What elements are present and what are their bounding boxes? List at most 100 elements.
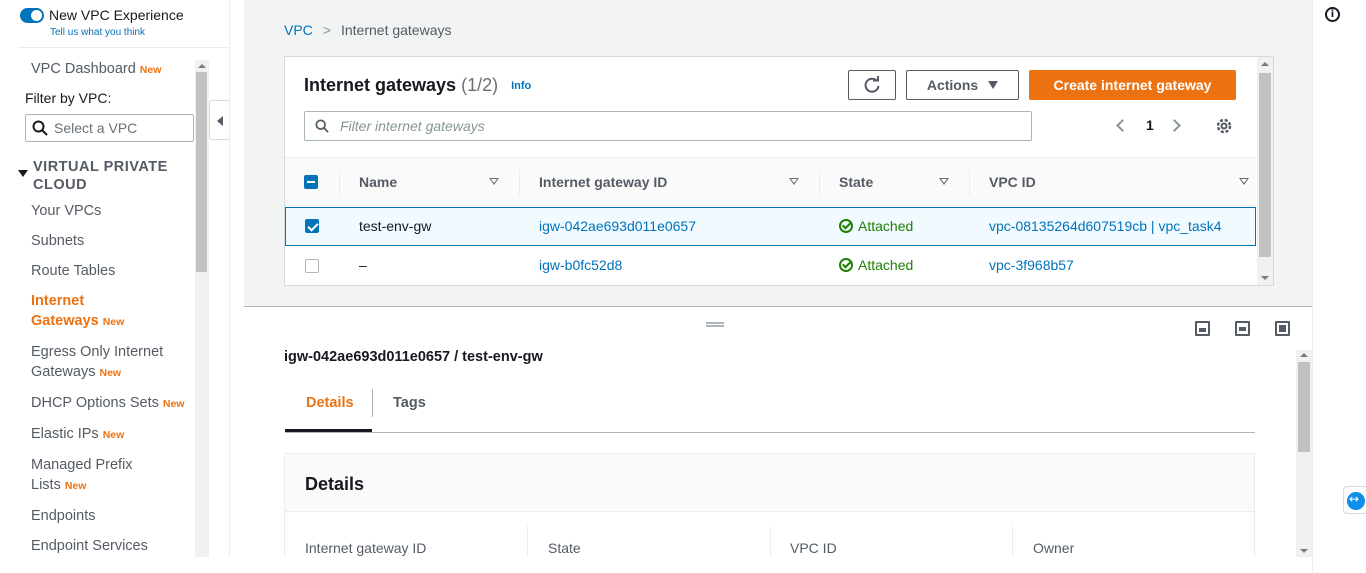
sidebar-item-managed-prefix-lists[interactable]: Managed Prefix Lists New bbox=[31, 455, 156, 496]
sidebar-item-your-vpcs[interactable]: Your VPCs bbox=[31, 201, 101, 221]
check-circle-icon bbox=[839, 219, 853, 233]
breadcrumb-current: Internet gateways bbox=[340, 22, 452, 38]
section-virtual-private-cloud[interactable]: VIRTUAL PRIVATE CLOUD bbox=[33, 158, 193, 194]
details-container-header: Details bbox=[285, 454, 1254, 512]
collapse-sidebar-button[interactable] bbox=[209, 100, 229, 140]
sort-icon[interactable] bbox=[789, 178, 799, 185]
sort-icon[interactable] bbox=[489, 178, 499, 185]
breadcrumb: VPC > Internet gateways bbox=[284, 22, 452, 38]
tab-details[interactable]: Details bbox=[306, 395, 354, 411]
sidebar-item-label: VPC Dashboard bbox=[31, 61, 136, 77]
next-page-icon[interactable] bbox=[1168, 119, 1181, 132]
scroll-down-icon[interactable] bbox=[1300, 549, 1308, 553]
column-header-gateway-id[interactable]: Internet gateway ID bbox=[539, 174, 667, 190]
create-internet-gateway-button[interactable]: Create internet gateway bbox=[1029, 70, 1236, 100]
refresh-button[interactable] bbox=[848, 70, 896, 100]
sidebar-item-endpoint-services[interactable]: Endpoint Services bbox=[31, 536, 148, 556]
table-header: Name Internet gateway ID State VPC ID bbox=[285, 157, 1256, 206]
tabs-underline bbox=[285, 432, 1255, 433]
actions-button[interactable]: Actions bbox=[906, 70, 1019, 100]
caret-down-icon[interactable] bbox=[18, 170, 28, 177]
column-divider bbox=[819, 170, 820, 195]
row-gateway-id-link[interactable]: igw-b0fc52d8 bbox=[539, 257, 622, 273]
column-divider bbox=[519, 170, 520, 195]
sidebar-divider bbox=[18, 47, 229, 48]
search-icon bbox=[32, 120, 48, 136]
new-experience-toggle[interactable] bbox=[20, 8, 44, 23]
row-vpc-id-link[interactable]: vpc-3f968b57 bbox=[989, 257, 1074, 273]
details-container: Details Internet gateway ID State VPC ID… bbox=[284, 453, 1255, 566]
field-label-vpc-id: VPC ID bbox=[790, 540, 837, 556]
feedback-link[interactable]: Tell us what you think bbox=[50, 27, 145, 38]
select-all-checkbox[interactable] bbox=[304, 175, 318, 189]
field-label-owner: Owner bbox=[1033, 540, 1075, 556]
previous-page-icon[interactable] bbox=[1116, 119, 1129, 132]
chevron-right-icon: > bbox=[322, 22, 331, 38]
dock-bottom-icon[interactable] bbox=[1195, 321, 1210, 336]
column-header-vpc-id[interactable]: VPC ID bbox=[989, 174, 1036, 190]
sidebar-item-elastic-ips[interactable]: Elastic IPs New bbox=[31, 424, 124, 445]
sort-icon[interactable] bbox=[939, 178, 949, 185]
details-scrollbar[interactable] bbox=[1296, 350, 1312, 557]
main-content: VPC > Internet gateways Internet gateways … bbox=[244, 0, 1312, 566]
breadcrumb-vpc-link[interactable]: VPC bbox=[284, 22, 313, 38]
table-row[interactable]: – igw-b0fc52d8 Attached vpc-3f968b57 bbox=[285, 247, 1256, 286]
row-checkbox[interactable] bbox=[305, 259, 319, 273]
settings-gear-icon[interactable] bbox=[1215, 117, 1233, 135]
filter-internet-gateways-input[interactable]: Filter internet gateways bbox=[304, 111, 1032, 141]
filter-placeholder: Filter internet gateways bbox=[340, 118, 485, 134]
details-pane: igw-042ae693d011e0657 / test-env-gw Deta… bbox=[244, 307, 1312, 566]
table-scrollbar[interactable] bbox=[1257, 57, 1273, 285]
search-icon bbox=[315, 119, 329, 133]
sidebar-item-route-tables[interactable]: Route Tables bbox=[31, 261, 115, 281]
row-checkbox[interactable] bbox=[305, 219, 319, 233]
info-icon[interactable]: i bbox=[1325, 7, 1340, 22]
scroll-up-icon[interactable] bbox=[198, 64, 206, 68]
scroll-up-icon[interactable] bbox=[1261, 62, 1269, 66]
sidebar-item-label: Elastic IPs bbox=[31, 426, 99, 442]
details-container-title: Details bbox=[305, 474, 365, 494]
sidebar-item-label: Subnets bbox=[31, 233, 85, 249]
selection-count: (1/2) bbox=[461, 75, 499, 95]
help-panel-strip: i bbox=[1312, 0, 1366, 573]
row-state-text: Attached bbox=[858, 218, 914, 234]
sidebar-item-vpc-dashboard[interactable]: VPC Dashboard New bbox=[31, 59, 161, 80]
dock-full-icon[interactable] bbox=[1275, 321, 1290, 336]
scroll-down-icon[interactable] bbox=[1261, 276, 1269, 280]
tab-tags[interactable]: Tags bbox=[393, 395, 426, 411]
new-badge: New bbox=[139, 64, 162, 76]
sidebar-item-internet-gateways[interactable]: Internet Gateways New bbox=[31, 291, 171, 332]
row-state: Attached bbox=[839, 218, 913, 234]
scroll-up-icon[interactable] bbox=[1300, 353, 1308, 357]
sidebar-item-dhcp-options-sets[interactable]: DHCP Options Sets New bbox=[31, 393, 184, 414]
new-experience-title: New VPC Experience bbox=[49, 7, 184, 23]
vpc-select[interactable]: Select a VPC bbox=[25, 114, 194, 142]
column-header-state[interactable]: State bbox=[839, 174, 873, 190]
row-gateway-id-link[interactable]: igw-042ae693d011e0657 bbox=[539, 218, 696, 234]
dock-side-icon[interactable] bbox=[1235, 321, 1250, 336]
sidebar-item-endpoints[interactable]: Endpoints bbox=[31, 506, 96, 526]
teamviewer-widget[interactable] bbox=[1343, 486, 1366, 514]
sidebar-item-subnets[interactable]: Subnets bbox=[31, 231, 84, 251]
resize-handle[interactable] bbox=[706, 322, 724, 327]
sidebar-scrollbar[interactable] bbox=[195, 60, 209, 557]
page-number[interactable]: 1 bbox=[1146, 117, 1154, 133]
table-row[interactable]: test-env-gw igw-042ae693d011e0657 Attach… bbox=[285, 207, 1256, 246]
new-badge: New bbox=[99, 367, 122, 379]
sidebar-item-egress-only-internet-gateways[interactable]: Egress Only Internet Gateways New bbox=[31, 342, 191, 383]
check-circle-icon bbox=[839, 258, 853, 272]
scroll-thumb[interactable] bbox=[1298, 362, 1310, 452]
info-link[interactable]: Info bbox=[511, 80, 531, 92]
tab-divider bbox=[372, 389, 373, 417]
row-vpc-id-link[interactable]: vpc-08135264d607519cb | vpc_task4 bbox=[989, 218, 1221, 234]
sidebar-item-label: Your VPCs bbox=[31, 203, 102, 219]
row-name: test-env-gw bbox=[359, 218, 432, 234]
sidebar-item-label: Egress Only Internet Gateways bbox=[31, 344, 164, 380]
caret-down-icon bbox=[988, 81, 999, 89]
sort-icon[interactable] bbox=[1239, 178, 1249, 185]
row-state: Attached bbox=[839, 257, 913, 273]
scroll-thumb[interactable] bbox=[1259, 73, 1271, 257]
scroll-thumb[interactable] bbox=[196, 72, 207, 272]
column-header-name[interactable]: Name bbox=[359, 174, 397, 190]
new-badge: New bbox=[162, 398, 185, 410]
